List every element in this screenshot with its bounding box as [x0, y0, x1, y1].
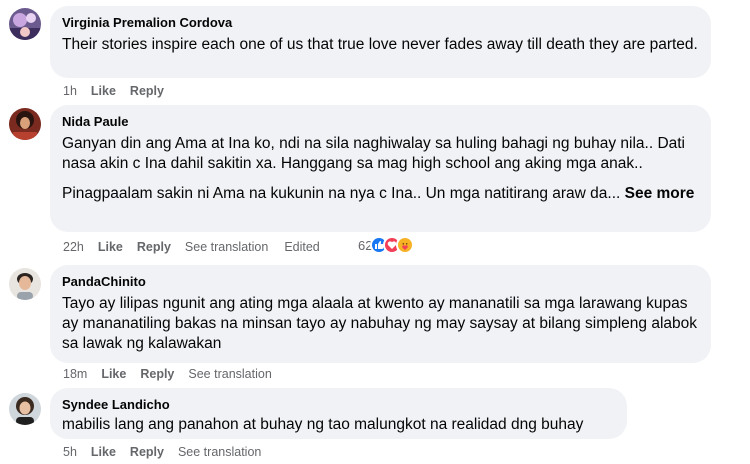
comment-text: Tayo ay lilipas ngunit ang ating mga ala… — [62, 294, 699, 354]
comment-paragraph: Tayo ay lilipas ngunit ang ating mga ala… — [62, 295, 698, 352]
care-icon — [396, 236, 415, 254]
reaction-summary[interactable]: 62 — [358, 236, 415, 254]
edited-label[interactable]: Edited — [284, 240, 319, 254]
like-button[interactable]: Like — [91, 84, 116, 98]
comment-bubble: Virginia Premalion Cordova Their stories… — [50, 6, 711, 78]
avatar-image-icon — [9, 8, 41, 40]
comment-author[interactable]: PandaChinito — [62, 273, 699, 290]
avatar[interactable] — [9, 8, 41, 40]
comment-paragraph: Pinagpaalam sakin ni Ama na kukunin na n… — [62, 184, 699, 204]
comment-bubble: Syndee Landicho mabilis lang ang panahon… — [50, 388, 627, 439]
comment-author[interactable]: Syndee Landicho — [62, 396, 615, 413]
comment-actions: 22h Like Reply See translation Edited — [63, 239, 320, 255]
comment-paragraph: Their stories inspire each one of us tha… — [62, 36, 698, 53]
comment-timestamp[interactable]: 18m — [63, 367, 87, 381]
comment-paragraph: mabilis lang ang panahon at buhay ng tao… — [62, 416, 584, 433]
comment-author[interactable]: Virginia Premalion Cordova — [62, 14, 699, 31]
comment-text: Ganyan din ang Ama at Ina ko, ndi na sil… — [62, 134, 699, 204]
reply-button[interactable]: Reply — [130, 445, 164, 459]
comment-author[interactable]: Nida Paule — [62, 113, 699, 130]
avatar[interactable] — [9, 393, 41, 425]
comment-timestamp[interactable]: 22h — [63, 240, 84, 254]
avatar-image-icon — [9, 108, 41, 140]
comment-timestamp[interactable]: 1h — [63, 84, 77, 98]
comment-bubble: Nida Paule Ganyan din ang Ama at Ina ko,… — [50, 105, 711, 232]
comment-paragraph-text: Pinagpaalam sakin ni Ama na kukunin na n… — [62, 185, 621, 202]
reply-button[interactable]: Reply — [137, 240, 171, 254]
avatar-image-icon — [9, 393, 41, 425]
comment-text: mabilis lang ang panahon at buhay ng tao… — [62, 415, 615, 435]
reply-button[interactable]: Reply — [130, 84, 164, 98]
avatar-image-icon — [9, 268, 41, 300]
comment-paragraph: Ganyan din ang Ama at Ina ko, ndi na sil… — [62, 135, 686, 172]
see-translation-button[interactable]: See translation — [178, 445, 261, 459]
see-translation-button[interactable]: See translation — [188, 367, 271, 381]
avatar[interactable] — [9, 268, 41, 300]
like-button[interactable]: Like — [91, 445, 116, 459]
see-more-link[interactable]: See more — [625, 185, 695, 202]
see-translation-button[interactable]: See translation — [185, 240, 268, 254]
comment-timestamp[interactable]: 5h — [63, 445, 77, 459]
comment-text: Their stories inspire each one of us tha… — [62, 35, 699, 55]
like-button[interactable]: Like — [101, 367, 126, 381]
comment-bubble: PandaChinito Tayo ay lilipas ngunit ang … — [50, 265, 711, 363]
avatar[interactable] — [9, 108, 41, 140]
comment-actions: 5h Like Reply See translation — [63, 444, 261, 460]
reply-button[interactable]: Reply — [140, 367, 174, 381]
comment-actions: 1h Like Reply — [63, 83, 164, 99]
comment-actions: 18m Like Reply See translation — [63, 366, 272, 382]
like-button[interactable]: Like — [98, 240, 123, 254]
